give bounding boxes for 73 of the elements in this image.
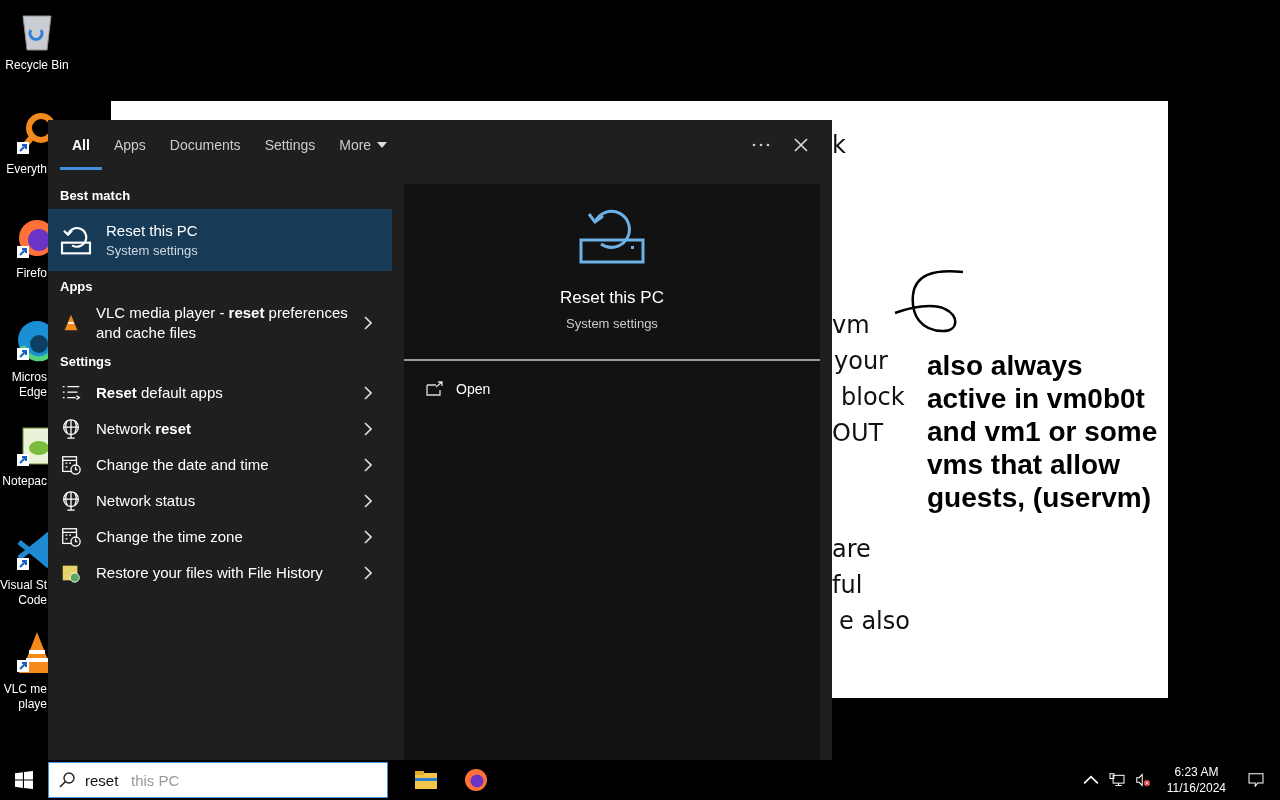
calendar-clock-icon [60, 526, 82, 548]
result-item[interactable]: Reset this PC System settings [48, 209, 392, 271]
filter-tab[interactable]: Settings [252, 120, 328, 170]
document-text: vm [832, 311, 870, 339]
desktop-icon-label[interactable]: Micros Edge [0, 370, 47, 400]
filter-tab[interactable]: Apps [101, 120, 158, 170]
open-external-icon [426, 381, 444, 397]
section-heading: Settings [59, 354, 113, 369]
search-suggestion: this PC [131, 771, 180, 789]
chevron-right-icon[interactable] [364, 566, 372, 580]
result-title: Reset default apps [96, 383, 224, 403]
desktop-icon-label[interactable]: Visual St Code [0, 578, 47, 608]
preview-subtitle: System settings [566, 316, 658, 331]
reset-drive-icon [60, 224, 92, 256]
result-item[interactable]: Change the date and time [48, 447, 392, 483]
result-subtitle: System settings [106, 243, 198, 258]
search-icon [59, 772, 75, 788]
chevron-up-icon[interactable] [1082, 773, 1099, 787]
preview-title: Reset this PC [560, 288, 664, 308]
desktop-icon-label[interactable]: Recycle Bin [0, 58, 74, 73]
result-title: Reset this PC [106, 222, 198, 239]
calendar-clock-icon [60, 454, 82, 476]
document-text: k [832, 131, 846, 159]
document-text: your [834, 347, 888, 375]
more-options-icon[interactable] [752, 143, 770, 147]
search-field[interactable]: reset [85, 771, 127, 789]
result-title: Change the date and time [96, 455, 270, 475]
windows-logo-icon[interactable] [15, 771, 33, 789]
chevron-right-icon[interactable] [364, 530, 372, 544]
speaker-muted-icon[interactable] [1134, 773, 1151, 787]
result-item[interactable]: Network status [48, 483, 392, 519]
result-item[interactable]: Network reset [48, 411, 392, 447]
section-heading: Best match [59, 188, 132, 203]
folder-icon[interactable] [414, 768, 438, 792]
globe-icon [60, 418, 82, 440]
chevron-right-icon[interactable] [364, 494, 372, 508]
document-text: are [832, 535, 871, 563]
filter-tab[interactable]: More [327, 120, 400, 170]
close-icon[interactable] [794, 138, 808, 152]
result-item[interactable]: VLC media player - reset preferences and cache files [48, 300, 392, 346]
result-title: Network reset [96, 419, 193, 439]
chevron-right-icon[interactable] [364, 422, 372, 436]
chevron-right-icon[interactable] [364, 386, 372, 400]
result-title: Change the time zone [96, 527, 244, 547]
globe-icon [60, 490, 82, 512]
document-text: ful [832, 571, 863, 599]
handwritten-six-drawing [893, 269, 965, 335]
desktop-icon-label[interactable]: Everyth [0, 162, 47, 177]
result-item[interactable]: Change the time zone [48, 519, 392, 555]
document-text: e also [839, 607, 910, 635]
caret-icon [377, 142, 388, 148]
fox-browser-icon[interactable] [464, 768, 488, 792]
result-item[interactable]: Reset default apps [48, 375, 392, 411]
clock-date[interactable]: 11/16/2024 [1166, 780, 1226, 796]
network-monitor-icon[interactable] [1108, 773, 1125, 787]
open-action[interactable]: Open [404, 361, 820, 417]
desktop-icon-label[interactable]: Firefo [0, 266, 47, 281]
chevron-right-icon[interactable] [364, 458, 372, 472]
document-text: OUT [832, 419, 884, 447]
desktop-icon-label[interactable]: VLC me playe [0, 682, 47, 712]
result-title: Network status [96, 491, 197, 511]
handwritten-note: also always active in vm0b0t and vm1 or some vms that allow guests, (uservm) [927, 349, 1159, 514]
document-text: block [841, 383, 905, 411]
desktop-icon-label[interactable]: Notepac [0, 474, 47, 489]
filter-tab[interactable]: All [60, 120, 102, 170]
clock-time[interactable]: 6:23 AM [1174, 764, 1219, 780]
chevron-right-icon[interactable] [364, 316, 372, 330]
result-title: VLC media player - reset preferences and cache files [96, 303, 349, 343]
section-heading: Apps [59, 279, 94, 294]
filter-tab[interactable]: Documents [157, 120, 253, 170]
result-title: Restore your files with File History [96, 563, 324, 583]
notification-icon[interactable] [1248, 773, 1264, 787]
result-item[interactable]: Restore your files with File History [48, 555, 392, 591]
